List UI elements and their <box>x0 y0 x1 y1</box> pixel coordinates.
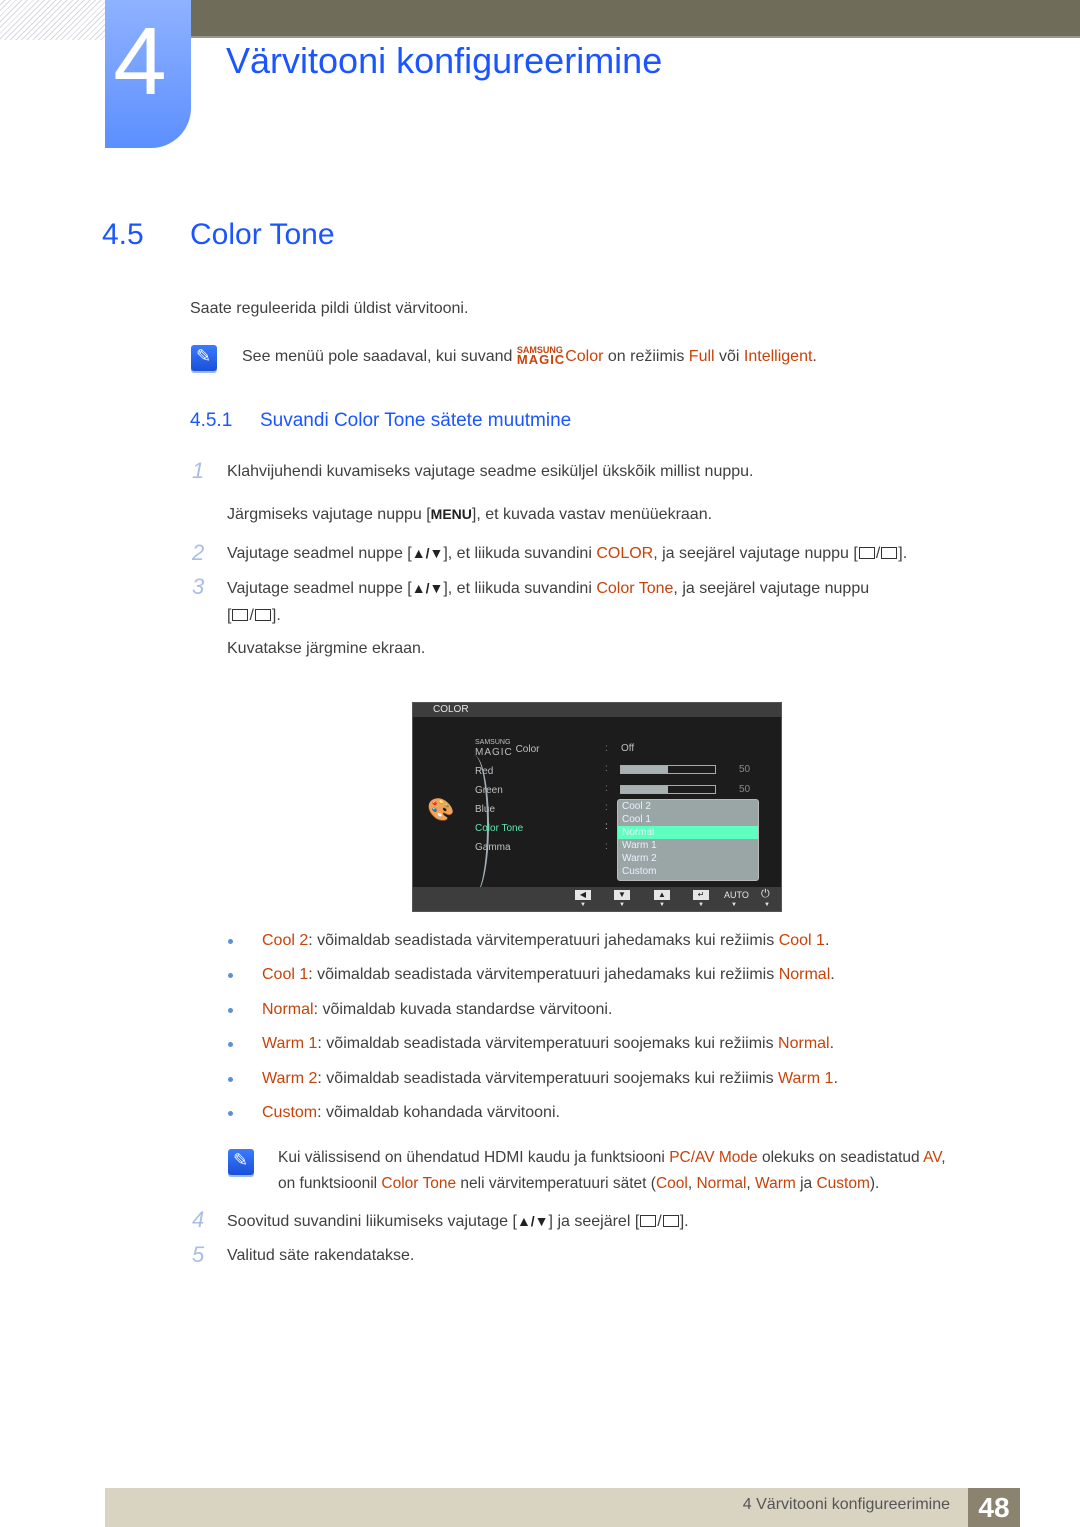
chapter-title: Värvitooni konfigureerimine <box>226 40 663 81</box>
note-2-line-2: on funktsioonil Color Tone neli värvitem… <box>278 1175 880 1192</box>
step-number: 4 <box>192 1207 205 1232</box>
green-slider <box>620 785 716 794</box>
step-3-text: Vajutage seadmel nuppe [▲/▼], et liikuda… <box>227 580 870 597</box>
highlight-term: Intelligent <box>743 348 813 365</box>
red-slider-fill <box>621 766 668 773</box>
section-number: 4.5 <box>102 218 144 251</box>
up-button-icon: ▲ <box>654 890 670 900</box>
green-slider-fill <box>621 786 668 793</box>
highlight-term: Color <box>565 348 604 365</box>
note-icon <box>228 1149 254 1175</box>
source-button-icon <box>858 547 875 559</box>
subsection-title: Suvandi Color Tone sätete muutmine <box>260 410 572 431</box>
option-warm2: Warm 2: võimaldab seadistada värvitemper… <box>262 1070 838 1087</box>
samsung-magic-logo: SAMSUNG MAGIC <box>516 345 566 367</box>
down-button-icon: ▼ <box>614 890 630 900</box>
osd-item-magic-color: SAMSUNG MAGIC Color <box>475 739 540 758</box>
dropdown-option-selected: Normal <box>618 826 758 839</box>
osd-menu-screenshot: COLOR 🎨 SAMSUNG MAGIC Color : Off Red : 5… <box>412 702 782 912</box>
step-number: 2 <box>192 540 205 565</box>
corner-hatch <box>0 0 105 40</box>
option-custom: Custom: võimaldab kohandada värvitooni. <box>262 1104 560 1121</box>
osd-value-off: Off <box>621 743 635 754</box>
step-4-text: Soovitud suvandini liikumiseks vajutage … <box>227 1213 689 1230</box>
osd-item-blue: Blue <box>475 804 496 815</box>
page-footer: 4 Värvitooni konfigureerimine 48 <box>105 1488 1020 1527</box>
bullet <box>228 1008 233 1013</box>
dropdown-option: Cool 1 <box>622 814 651 825</box>
chapter-tab: 4 <box>105 0 191 148</box>
auto-button-label: AUTO <box>724 890 749 900</box>
step-2-text: Vajutage seadmel nuppe [▲/▼], et liikuda… <box>227 545 908 562</box>
step-number: 3 <box>192 574 205 599</box>
chapter-number: 4 <box>113 8 167 115</box>
option-cool2: Cool 2: võimaldab seadistada värvitemper… <box>262 932 830 949</box>
step-1-text: Klahvijuhendi kuvamiseks vajutage seadme… <box>227 463 754 480</box>
option-warm1: Warm 1: võimaldab seadistada värvitemper… <box>262 1035 835 1052</box>
option-normal: Normal: võimaldab kuvada standardse värv… <box>262 1001 613 1018</box>
bullet <box>228 973 233 978</box>
left-button-icon: ◀ <box>575 890 591 900</box>
osd-item-green: Green <box>475 785 503 796</box>
step-1-text-2: Järgmiseks vajutage nuppu [MENU], et kuv… <box>227 506 713 523</box>
intro-text: Saate reguleerida pildi üldist värvitoon… <box>190 300 469 317</box>
section-title: Color Tone <box>190 218 335 251</box>
bullet <box>228 939 233 944</box>
source-button-icon <box>640 1215 657 1227</box>
up-down-arrows-icon: ▲/▼ <box>411 580 444 596</box>
page-number: 48 <box>968 1488 1020 1527</box>
highlight-term: COLOR <box>596 545 654 562</box>
osd-footer: ◀ ▼ ▲ ↵ AUTO ⏻ ▼ ▼ ▼ ▼ ▼ ▼ <box>413 887 781 911</box>
menu-key: MENU <box>430 506 472 522</box>
subsection-number: 4.5.1 <box>190 410 233 431</box>
bullet <box>228 1077 233 1082</box>
note-icon <box>191 345 217 371</box>
color-tone-dropdown: Cool 2 Cool 1 Normal Warm 1 Warm 2 Custo… <box>617 799 759 881</box>
dropdown-option: Custom <box>622 866 657 877</box>
enter-button-icon <box>881 547 898 559</box>
palette-icon: 🎨 <box>427 797 455 822</box>
enter-button-icon <box>662 1215 679 1227</box>
note-1: See menüü pole saadaval, kui suvand SAMS… <box>242 345 817 367</box>
bullet <box>228 1042 233 1047</box>
osd-header: COLOR <box>413 703 781 717</box>
chapter-header-bar <box>190 0 1080 38</box>
osd-item-red: Red <box>475 766 494 777</box>
bullet <box>228 1111 233 1116</box>
enter-button-icon: ↵ <box>693 890 709 900</box>
note-2-line-1: Kui välissisend on ühendatud HDMI kaudu … <box>278 1149 946 1166</box>
highlight-term: Color Tone <box>596 580 674 597</box>
dropdown-option: Warm 2 <box>622 853 657 864</box>
dropdown-option: Cool 2 <box>622 801 651 812</box>
option-cool1: Cool 1: võimaldab seadistada värvitemper… <box>262 966 835 983</box>
footer-chapter-title: 4 Värvitooni konfigureerimine <box>742 1496 950 1513</box>
osd-item-gamma: Gamma <box>475 842 511 853</box>
red-slider <box>620 765 716 774</box>
power-icon: ⏻ <box>761 888 770 900</box>
note-text: See menüü pole saadaval, kui suvand <box>242 348 517 365</box>
up-down-arrows-icon: ▲/▼ <box>516 1213 549 1229</box>
source-button-icon <box>232 609 249 621</box>
step-3-text-2: [/]. <box>227 607 281 624</box>
enter-button-icon <box>254 609 271 621</box>
green-value: 50 <box>739 784 751 795</box>
step-3-text-3: Kuvatakse järgmine ekraan. <box>227 640 426 657</box>
up-down-arrows-icon: ▲/▼ <box>411 545 444 561</box>
highlight-term: Full <box>688 348 715 365</box>
step-number: 5 <box>192 1242 205 1267</box>
step-number: 1 <box>192 458 205 483</box>
dropdown-option: Warm 1 <box>622 840 657 851</box>
red-value: 50 <box>739 764 751 775</box>
osd-item-color-tone: Color Tone <box>475 823 524 834</box>
step-5-text: Valitud säte rakendatakse. <box>227 1247 415 1264</box>
